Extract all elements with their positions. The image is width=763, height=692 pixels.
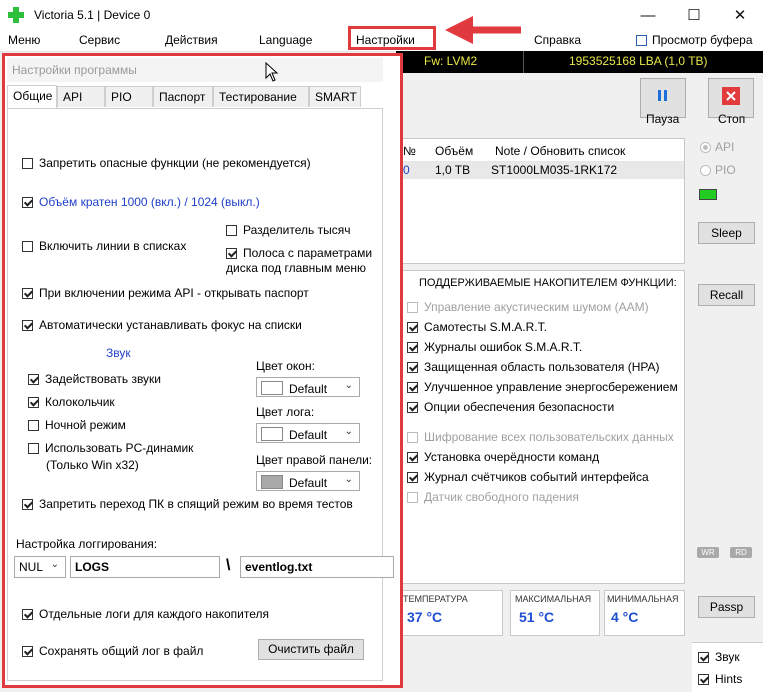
feature-power: Улучшенное управление энергосбережением: [407, 380, 678, 394]
window-title: Victoria 5.1 | Device 0: [34, 8, 151, 22]
pio-radio[interactable]: PIO: [700, 163, 736, 177]
checkbox: [698, 674, 709, 685]
dialog-highlight-box: [2, 53, 403, 688]
checkbox: [407, 322, 418, 333]
checkbox: [698, 652, 709, 663]
menu-item-service[interactable]: Сервис: [79, 33, 120, 47]
menu-item-help[interactable]: Справка: [534, 33, 581, 47]
close-button[interactable]: ✕: [717, 0, 763, 31]
arrow-to-settings-icon: [445, 16, 521, 44]
passp-button[interactable]: Passp: [698, 596, 755, 618]
column-size[interactable]: Объём: [435, 144, 473, 158]
features-title: ПОДДЕРЖИВАЕМЫЕ НАКОПИТЕЛЕМ ФУНКЦИИ:: [419, 277, 677, 289]
stop-icon: [722, 87, 740, 105]
pause-icon: [658, 90, 667, 101]
row-number: 0: [403, 163, 410, 177]
rd-indicator: RD: [730, 547, 752, 558]
app-cross-icon: [8, 7, 24, 23]
feature-security: Опции обеспечения безопасности: [407, 400, 614, 414]
menu-item-actions[interactable]: Действия: [165, 33, 218, 47]
minimize-button[interactable]: —: [625, 0, 671, 31]
checkbox: [407, 452, 418, 463]
lba-label: 1953525168 LBA (1,0 TB): [569, 54, 708, 68]
status-led: [699, 189, 717, 200]
menu-item-menu[interactable]: Меню: [8, 33, 40, 47]
feature-hpa: Защищенная область пользователя (HPA): [407, 360, 660, 374]
max-temp-value: 51 °C: [519, 609, 555, 625]
checkbox: [407, 402, 418, 413]
temperature-value: 37 °C: [407, 609, 443, 625]
feature-interface-log: Журнал счётчиков событий интерфейса: [407, 470, 649, 484]
recall-button[interactable]: Recall: [698, 284, 755, 306]
feature-aam: Управление акустическим шумом (AAM): [407, 300, 649, 314]
radio: [700, 142, 711, 153]
min-temp-value: 4 °C: [611, 609, 639, 625]
temperature-max: МАКСИМАЛЬНАЯ 51 °C: [510, 590, 600, 636]
settings-highlight-box: [348, 26, 436, 50]
pause-label: Пауза: [646, 112, 680, 126]
device-info-bar: Fw: LVM2 1953525168 LBA (1,0 TB): [396, 51, 763, 73]
row-size: 1,0 TB: [435, 163, 471, 177]
table-header: № Объём Note / Обновить список: [399, 139, 684, 162]
sound-toggle[interactable]: Звук: [698, 650, 740, 664]
checkbox: [407, 492, 418, 503]
device-table: № Объём Note / Обновить список 0 1,0 TB …: [398, 138, 685, 264]
api-radio[interactable]: API: [700, 140, 734, 154]
column-note[interactable]: Note / Обновить список: [495, 144, 625, 158]
temperature-current: ТЕМПЕРАТУРА 37 °C: [398, 590, 503, 636]
menu-item-language[interactable]: Language: [259, 33, 312, 47]
max-temp-label: МАКСИМАЛЬНАЯ: [515, 594, 592, 604]
feature-error-logs: Журналы ошибок S.M.A.R.T.: [407, 340, 582, 354]
radio: [700, 165, 711, 176]
wr-indicator: WR: [697, 547, 719, 558]
menu-item-buffer-view[interactable]: Просмотр буфера: [652, 33, 753, 47]
checkbox: [407, 362, 418, 373]
feature-selftests: Самотесты S.M.A.R.T.: [407, 320, 547, 334]
feature-freefall: Датчик свободного падения: [407, 490, 579, 504]
firmware-label: Fw: LVM2: [424, 54, 478, 68]
min-temp-label: МИНИМАЛЬНАЯ: [607, 594, 679, 604]
table-row[interactable]: 0 1,0 TB ST1000LM035-1RK172: [399, 162, 684, 179]
checkbox: [407, 432, 418, 443]
hints-toggle[interactable]: Hints: [698, 672, 742, 686]
row-note: ST1000LM035-1RK172: [491, 163, 618, 177]
checkbox: [407, 382, 418, 393]
checkbox: [407, 302, 418, 313]
feature-encryption: Шифрование всех пользовательских данных: [407, 430, 674, 444]
column-number[interactable]: №: [403, 144, 416, 158]
temperature-min: МИНИМАЛЬНАЯ 4 °C: [604, 590, 685, 636]
info-divider: [523, 51, 524, 73]
checkbox: [407, 342, 418, 353]
maximize-button[interactable]: ☐: [671, 0, 717, 31]
stop-label: Стоп: [718, 112, 746, 126]
temperature-label: ТЕМПЕРАТУРА: [403, 594, 468, 604]
buffer-icon: [636, 35, 647, 46]
sleep-button[interactable]: Sleep: [698, 222, 755, 244]
features-panel: ПОДДЕРЖИВАЕМЫЕ НАКОПИТЕЛЕМ ФУНКЦИИ: Упра…: [398, 270, 685, 584]
checkbox: [407, 472, 418, 483]
feature-ncq: Установка очерёдности команд: [407, 450, 599, 464]
